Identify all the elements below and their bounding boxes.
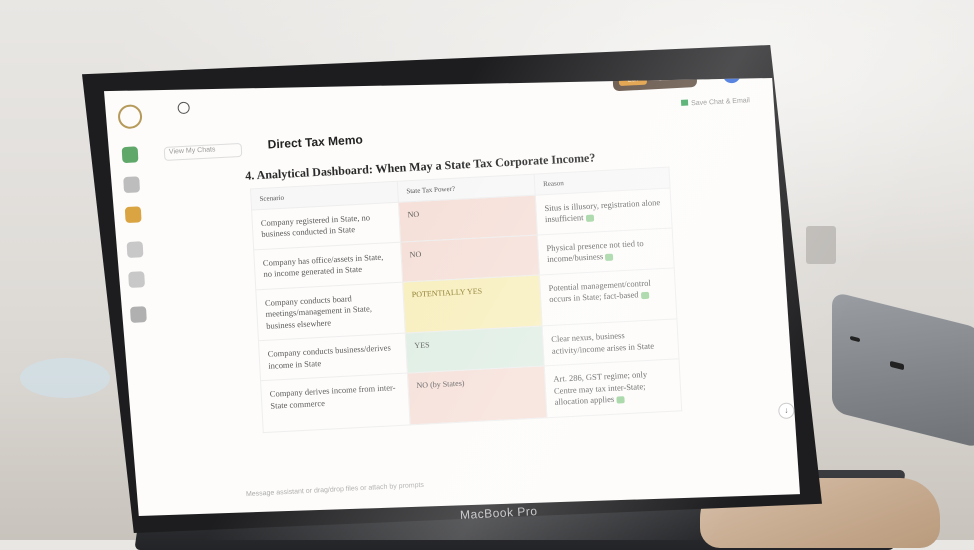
scroll-down-button[interactable]: ↓: [777, 402, 795, 420]
edit-icon[interactable]: [126, 241, 144, 259]
reason-text: Physical presence not tied to income/bus…: [546, 237, 644, 265]
search-icon[interactable]: [177, 101, 190, 115]
laptop-screen: View My Chats Direct Tax Memo Edit ↺ ■ R…: [104, 78, 800, 516]
reason-cell: Situs is illusory, registration alone in…: [535, 188, 673, 235]
share-label: Save Chat & Email: [690, 97, 751, 108]
source-icon[interactable]: [605, 253, 614, 261]
usb-port: [850, 335, 860, 343]
analysis-table: Scenario State Tax Power? Reason Company…: [250, 167, 682, 433]
page-title: Direct Tax Memo: [267, 132, 364, 152]
view-chats-button[interactable]: View My Chats: [163, 142, 243, 161]
document-icon[interactable]: [123, 176, 141, 194]
power-cell: NO (by States): [407, 366, 547, 425]
chat-icon[interactable]: [121, 146, 139, 164]
source-icon[interactable]: [616, 395, 625, 404]
reason-text: Situs is illusory, registration alone in…: [544, 197, 661, 225]
share-link[interactable]: Save Chat & Email: [680, 96, 751, 108]
source-icon[interactable]: [640, 291, 649, 300]
source-icon[interactable]: [585, 214, 594, 222]
power-cell: POTENTIALLY YES: [402, 274, 543, 334]
reason-cell: Art. 286, GST regime; only Centre may ta…: [544, 359, 682, 418]
list-icon[interactable]: [128, 271, 146, 288]
blue-plate: [20, 358, 110, 398]
bolt-icon[interactable]: [124, 206, 142, 224]
background-object: [806, 226, 836, 264]
reason-text: Potential management/control occurs in S…: [548, 277, 651, 305]
scenario-cell: Company conducts board meetings/manageme…: [255, 282, 406, 342]
reason-cell: Physical presence not tied to income/bus…: [537, 227, 675, 275]
sheet-icon: [680, 99, 689, 106]
message-composer[interactable]: Message assistant or drag/drop files or …: [246, 482, 424, 498]
scenario-cell: Company derives income from inter-State …: [260, 373, 411, 433]
reason-text: Clear nexus, business activity/income ar…: [551, 330, 655, 356]
folder-icon[interactable]: [130, 306, 147, 323]
usb-port: [890, 360, 904, 371]
reason-cell: Potential management/control occurs in S…: [539, 267, 677, 327]
reason-text: Art. 286, GST regime; only Centre may ta…: [553, 369, 648, 408]
reason-cell: Clear nexus, business activity/income ar…: [542, 319, 679, 367]
